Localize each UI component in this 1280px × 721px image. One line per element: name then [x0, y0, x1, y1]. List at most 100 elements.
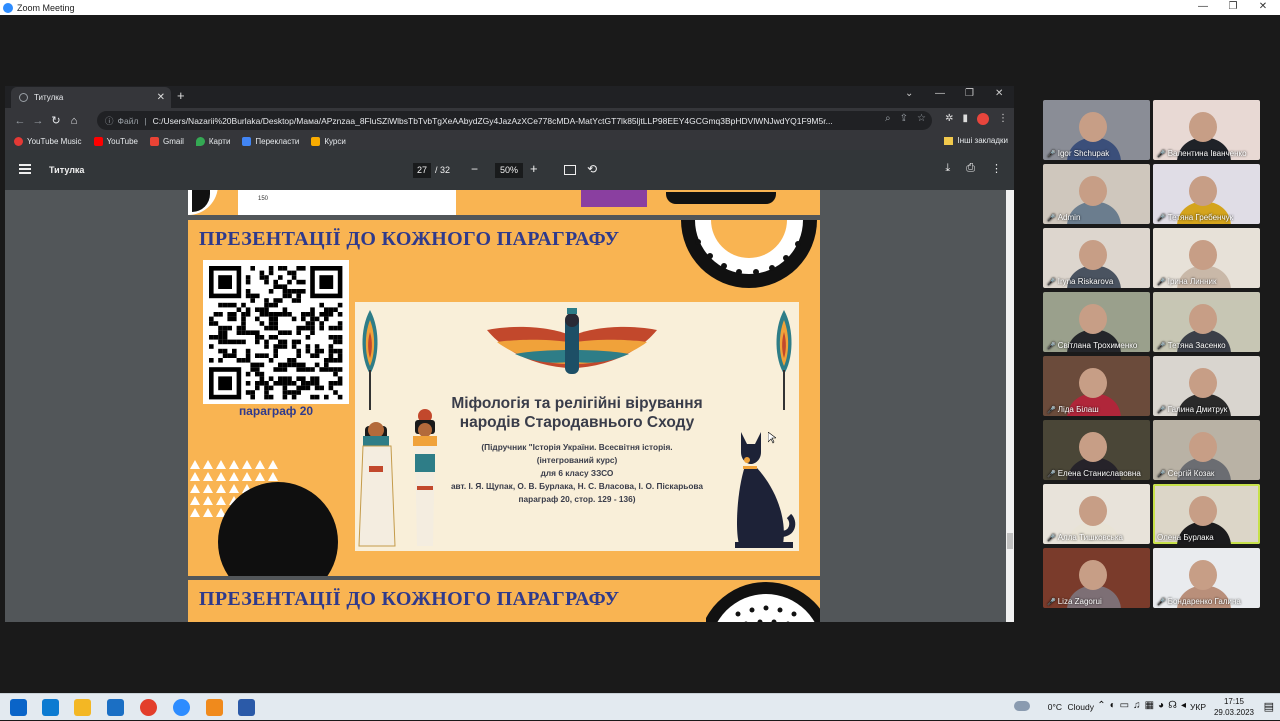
weather-temp[interactable]: 0°C — [1048, 702, 1062, 712]
participant-video — [1189, 496, 1217, 526]
address-bar[interactable]: ⓘ Файл | C:/Users/Nazarii%20Burlaka/Desk… — [97, 111, 932, 130]
muted-mic-icon: 🎤 — [1047, 342, 1056, 350]
taskbar-zoom-icon[interactable] — [173, 699, 190, 716]
browser-minimize-button[interactable]: — — [935, 88, 945, 99]
browser-tab[interactable]: Титулка ✕ — [11, 87, 171, 108]
bookmark-gmail[interactable]: Gmail — [150, 137, 184, 146]
participant-tile[interactable]: 🎤 Iryna Riskarova — [1043, 228, 1150, 288]
bookmark-maps[interactable]: Карти — [195, 137, 231, 146]
participant-name: 🎤 Тетяна Засенко — [1157, 341, 1226, 350]
profile-avatar[interactable] — [977, 113, 989, 125]
print-icon[interactable]: ⎙ — [966, 162, 975, 175]
more-options-icon[interactable]: ⋮ — [991, 162, 1002, 175]
notifications-icon[interactable]: ▤ — [1264, 700, 1274, 713]
taskbar-word-icon[interactable] — [238, 699, 255, 716]
zoom-level-input[interactable]: 50% — [495, 163, 523, 178]
taskbar-mail-icon[interactable] — [107, 699, 124, 716]
participant-tile[interactable]: 🎤 Igor Shchupak — [1043, 100, 1150, 160]
browser-restore-button[interactable]: ❐ — [965, 88, 974, 99]
taskbar-edge-icon[interactable] — [42, 699, 59, 716]
zoom-in-button[interactable]: + — [530, 161, 538, 176]
card-body-line: (інтегрований курс) — [536, 455, 618, 465]
presentation-card[interactable]: Міфологія та релігійні вірування народів… — [355, 302, 799, 551]
previous-slide-label: 150 — [258, 196, 269, 202]
download-icon[interactable]: ⤓ — [945, 162, 950, 175]
participant-tile[interactable]: 🎤 Сергій Козак — [1153, 420, 1260, 480]
pdf-scrollbar-thumb[interactable] — [1007, 533, 1013, 549]
pdf-title: Титулка — [49, 165, 85, 175]
participant-tile[interactable]: 🎤 Бондаренко Галина — [1153, 548, 1260, 608]
participant-tile[interactable]: Олена Бурлака — [1153, 484, 1260, 544]
globe-icon — [19, 93, 28, 102]
bookmark-courses[interactable]: Курси — [311, 137, 346, 146]
browser-close-button[interactable]: ✕ — [995, 88, 1003, 99]
participant-name-label: Бондаренко Галина — [1167, 597, 1241, 606]
menu-kebab-icon[interactable]: ⋮ — [998, 113, 1008, 125]
back-button[interactable]: ← — [11, 115, 29, 127]
participant-tile[interactable]: 🎤 Тетяна Гребенчук — [1153, 164, 1260, 224]
participant-video — [1079, 368, 1107, 398]
page-number-input[interactable]: 27 — [413, 163, 431, 178]
bookmark-star-icon[interactable]: ☆ — [917, 113, 926, 124]
participant-name-label: Тетяна Засенко — [1167, 341, 1226, 350]
participant-tile[interactable]: 🎤 Тетяна Засенко — [1153, 292, 1260, 352]
other-bookmarks-label: Інші закладки — [957, 136, 1008, 145]
forward-button[interactable]: → — [29, 115, 47, 127]
qr-code[interactable] — [203, 260, 349, 404]
taskbar-start-icon[interactable] — [10, 699, 27, 716]
extensions-puzzle-icon[interactable]: ✲ — [945, 113, 953, 125]
pdf-scrollbar[interactable] — [1006, 190, 1014, 622]
participant-video — [1189, 112, 1217, 142]
taskbar-explorer-icon[interactable] — [74, 699, 91, 716]
taskbar-vlc-icon[interactable] — [206, 699, 223, 716]
minimize-button[interactable]: — — [1186, 0, 1220, 15]
participant-tile[interactable]: 🎤 Валентина Іванченко — [1153, 100, 1260, 160]
bookmark-translate[interactable]: Перекласти — [242, 137, 299, 146]
participant-tile[interactable]: 🎤 Ліда Білаш — [1043, 356, 1150, 416]
maximize-button[interactable]: ❐ — [1216, 0, 1250, 15]
fit-to-page-icon[interactable] — [564, 165, 576, 175]
participant-tile[interactable]: 🎤 Ірина Линник — [1153, 228, 1260, 288]
language-indicator[interactable]: УКР — [1190, 702, 1206, 712]
participant-tile[interactable]: 🎤 Liza Zagorui — [1043, 548, 1150, 608]
participant-tile[interactable]: 🎤 Елена Станиславовна — [1043, 420, 1150, 480]
participant-name-label: Сергій Козак — [1167, 469, 1215, 478]
bookmark-label: Карти — [208, 137, 231, 146]
share-icon[interactable]: ⇪ — [900, 113, 908, 124]
clock-date[interactable]: 29.03.2023 — [1214, 708, 1254, 717]
participant-tile[interactable]: 🎤 Admin — [1043, 164, 1150, 224]
rotate-icon[interactable]: ⟲ — [587, 162, 597, 176]
participant-name: 🎤 Тетяна Гребенчук — [1157, 213, 1233, 222]
participant-video — [1079, 560, 1107, 590]
other-bookmarks[interactable]: Інші закладки — [944, 136, 1008, 145]
close-tab-button[interactable]: ✕ — [157, 92, 165, 103]
tab-search-chevron-icon[interactable]: ⌄ — [905, 88, 913, 99]
zoom-lens-icon[interactable]: ⌕ — [885, 113, 891, 124]
participant-name: 🎤 Admin — [1047, 213, 1080, 222]
participant-name-label: Галина Дмитрук — [1167, 405, 1228, 414]
participant-video — [1189, 240, 1217, 270]
close-window-button[interactable]: ✕ — [1246, 0, 1280, 15]
qr-caption: параграф 20 — [238, 404, 314, 418]
zoom-window-title: Zoom Meeting — [17, 2, 75, 13]
participant-video — [1189, 432, 1217, 462]
reload-button[interactable]: ↻ — [47, 114, 65, 127]
participant-name-label: Igor Shchupak — [1057, 149, 1110, 158]
participant-tile[interactable]: 🎤 Алла Тишковська — [1043, 484, 1150, 544]
gmail-icon — [150, 137, 159, 146]
bookmark-youtube-music[interactable]: YouTube Music — [14, 137, 82, 146]
hamburger-menu-icon[interactable] — [19, 164, 31, 174]
new-tab-button[interactable]: + — [177, 88, 185, 103]
bookmark-youtube[interactable]: YouTube — [93, 137, 138, 146]
zoom-out-button[interactable]: − — [471, 162, 478, 176]
side-panel-icon[interactable]: ▮ — [962, 113, 968, 125]
home-button[interactable]: ⌂ — [65, 115, 83, 127]
pdf-viewer[interactable]: 150 ПРЕЗЕНТАЦІЇ ДО КОЖНОГО ПАРАГРАФУ пар… — [5, 190, 1006, 622]
participant-tile[interactable]: 🎤 Галина Дмитрук — [1153, 356, 1260, 416]
taskbar-chrome-icon[interactable] — [140, 699, 157, 716]
clock-time[interactable]: 17:15 — [1224, 697, 1244, 706]
mouse-cursor-icon — [768, 432, 776, 444]
tray-icons[interactable]: ⌃◐▭♫▦◕☊◂ — [1097, 700, 1190, 711]
weather-text[interactable]: Cloudy — [1068, 702, 1094, 712]
participant-tile[interactable]: 🎤 Світлана Трохименко — [1043, 292, 1150, 352]
